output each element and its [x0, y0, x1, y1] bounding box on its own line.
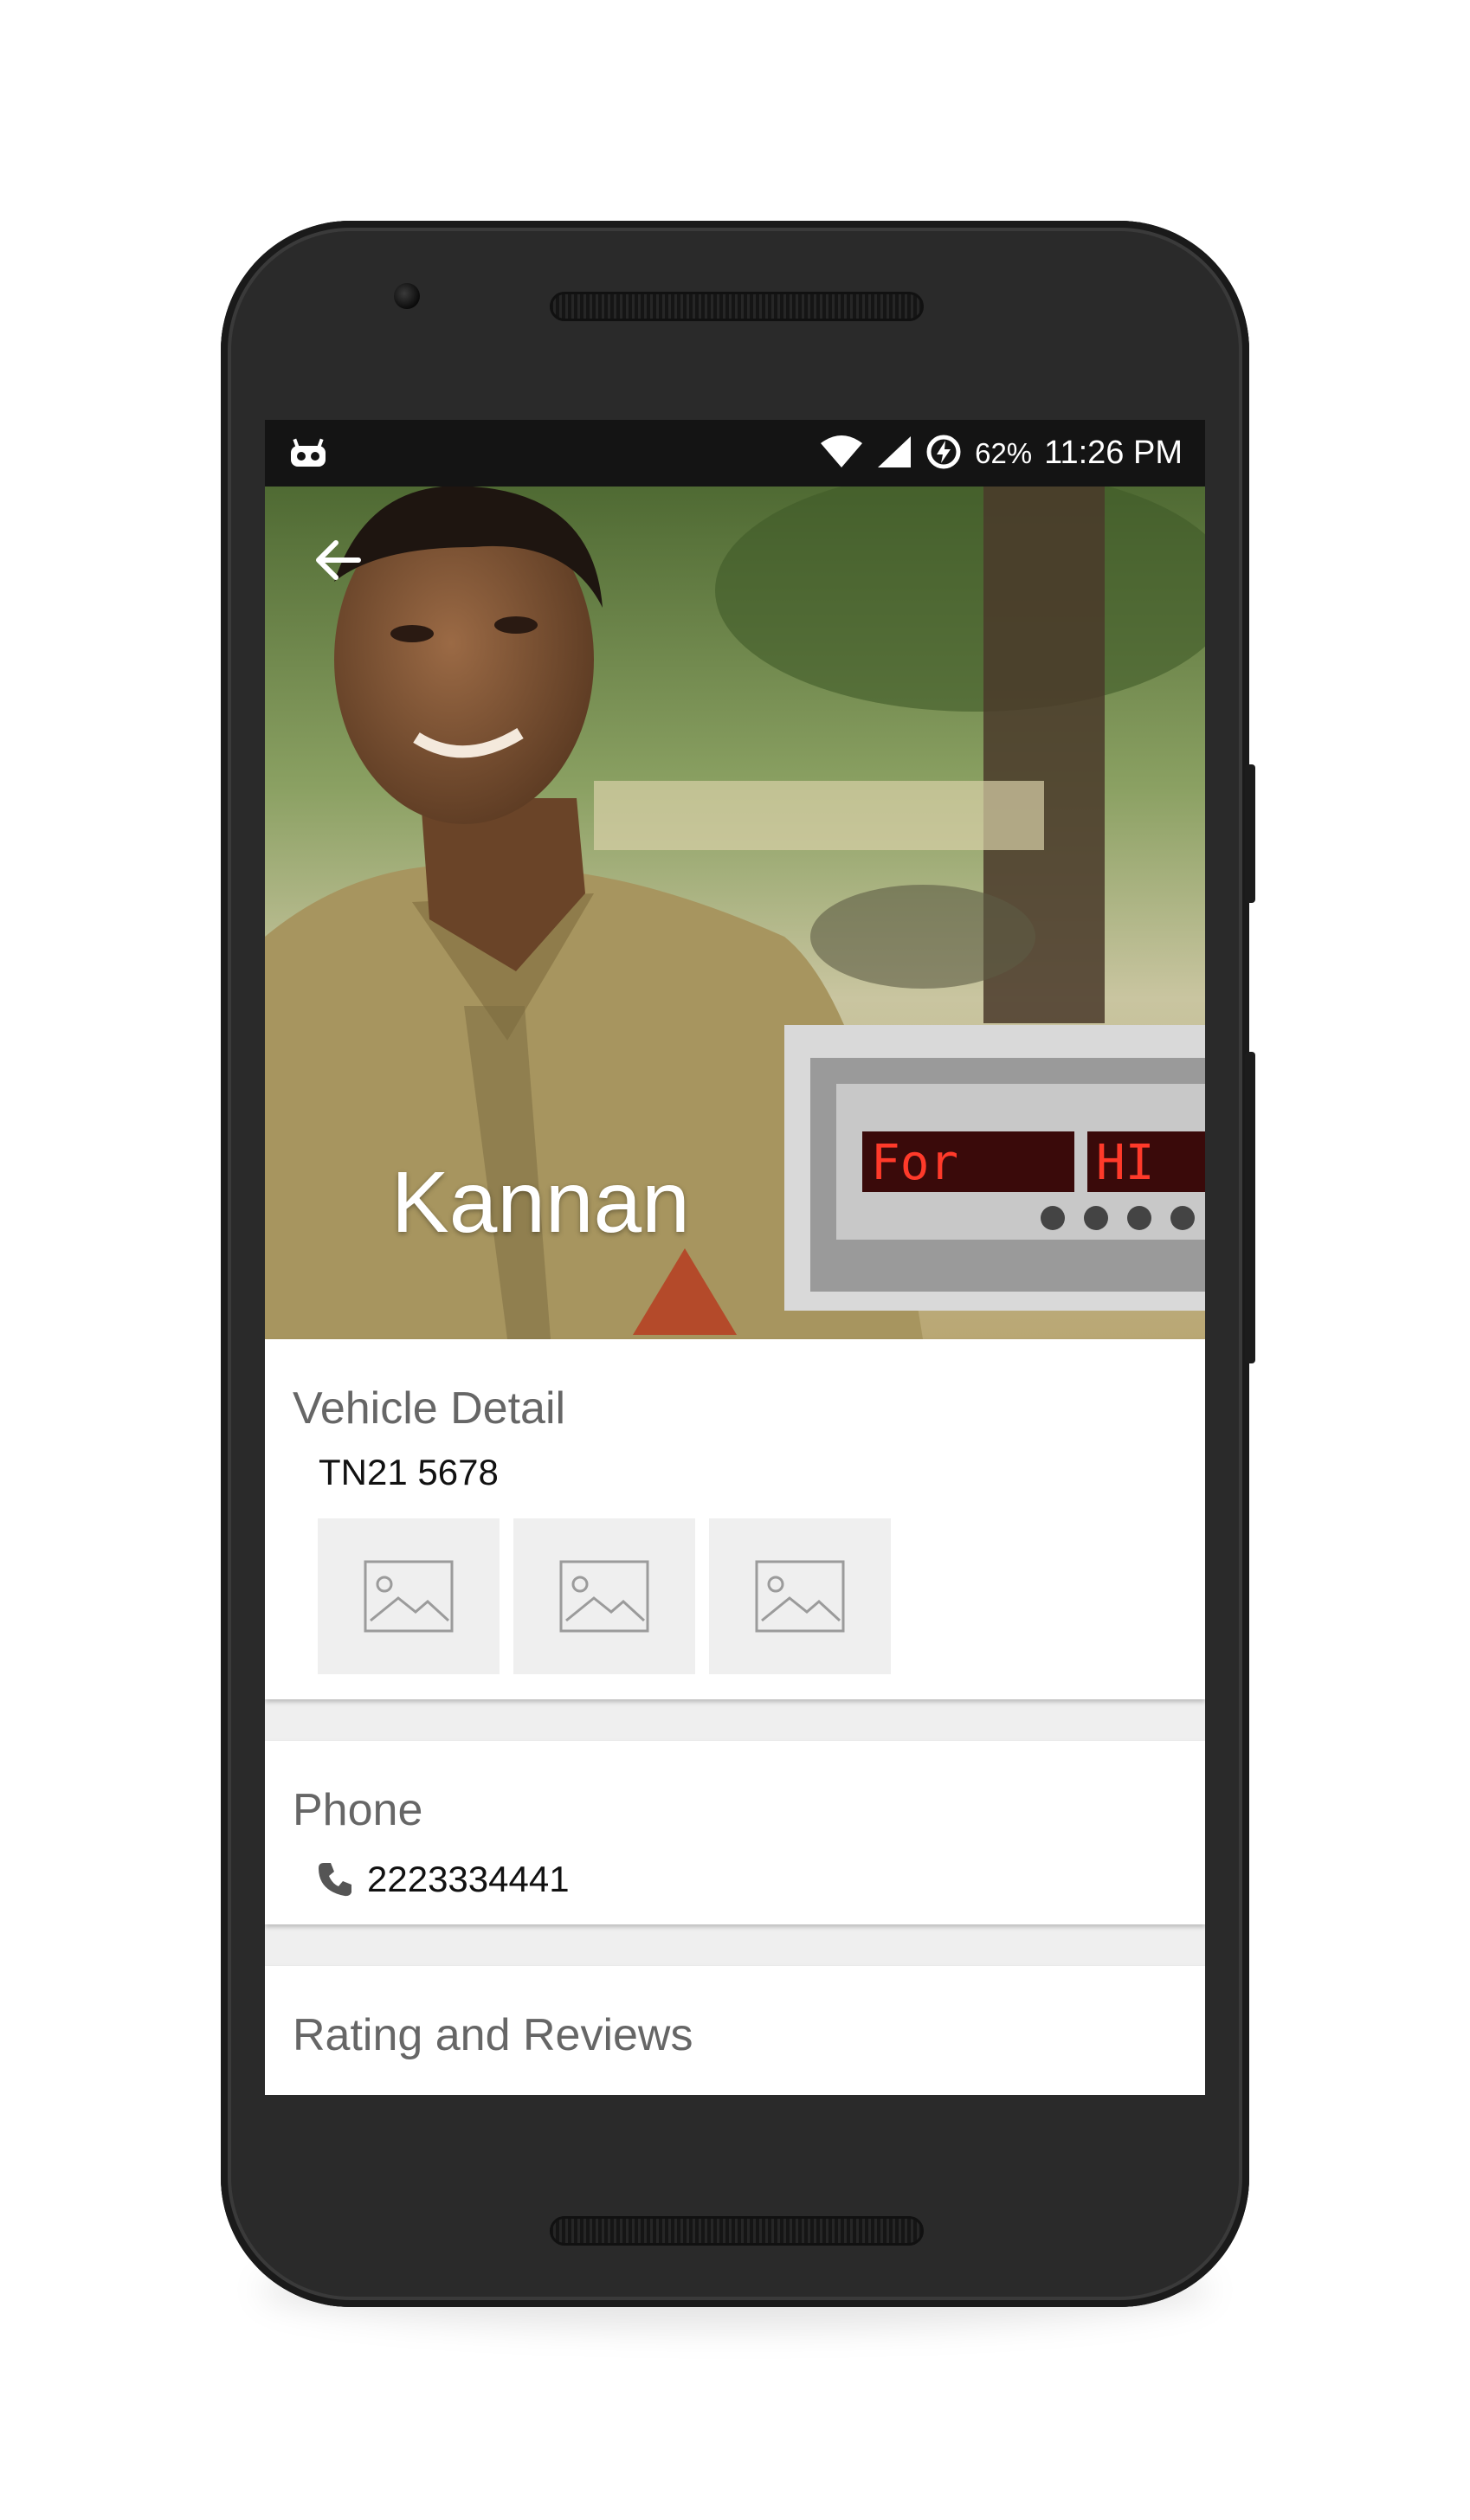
app-screen: 62% 11:26 PM For HI Kannan Vehicle Detai…: [265, 420, 1205, 2095]
image-placeholder-icon: [559, 1560, 649, 1633]
image-placeholder-icon: [364, 1560, 454, 1633]
svg-text:For: For: [871, 1135, 958, 1191]
volume-button: [1245, 1052, 1255, 1363]
vehicle-image-3[interactable]: [709, 1518, 891, 1674]
phone-number: 2223334441: [367, 1859, 570, 1899]
android-robot-icon: [289, 437, 327, 468]
bottom-speaker-grille: [550, 2216, 924, 2246]
rating-reviews-card: Rating and Reviews: [265, 1966, 1205, 2095]
top-speaker-grille: [550, 292, 924, 321]
phone-title: Phone: [293, 1785, 423, 1835]
vehicle-detail-card: Vehicle Detail TN21 5678: [265, 1339, 1205, 1699]
phone-icon: [319, 1863, 351, 1897]
svg-text:HI: HI: [1096, 1135, 1154, 1191]
driver-photo: For HI Kannan: [265, 487, 1205, 1339]
phone-number-row[interactable]: 2223334441: [315, 1859, 570, 1900]
vehicle-image-2[interactable]: [513, 1518, 695, 1674]
back-button[interactable]: [308, 530, 369, 590]
image-placeholder-icon: [755, 1560, 845, 1633]
battery-percent: 62%: [975, 436, 1033, 469]
vehicle-plate-number: TN21 5678: [319, 1452, 499, 1492]
driver-name: Kannan: [391, 1154, 690, 1251]
wifi-icon: [819, 435, 864, 473]
arrow-back-icon: [316, 540, 361, 580]
battery-charging-icon: [925, 433, 963, 474]
power-button: [1245, 764, 1255, 903]
status-time: 11:26 PM: [1044, 435, 1183, 471]
front-camera: [394, 283, 420, 309]
phone-card: Phone 2223334441: [265, 1741, 1205, 1924]
status-bar: 62% 11:26 PM: [265, 420, 1205, 487]
vehicle-detail-title: Vehicle Detail: [293, 1383, 566, 1434]
cell-signal-icon: [876, 435, 912, 473]
rating-reviews-title: Rating and Reviews: [293, 2010, 693, 2060]
status-icons: 62% 11:26 PM: [819, 420, 1183, 487]
vehicle-image-1[interactable]: [318, 1518, 500, 1674]
